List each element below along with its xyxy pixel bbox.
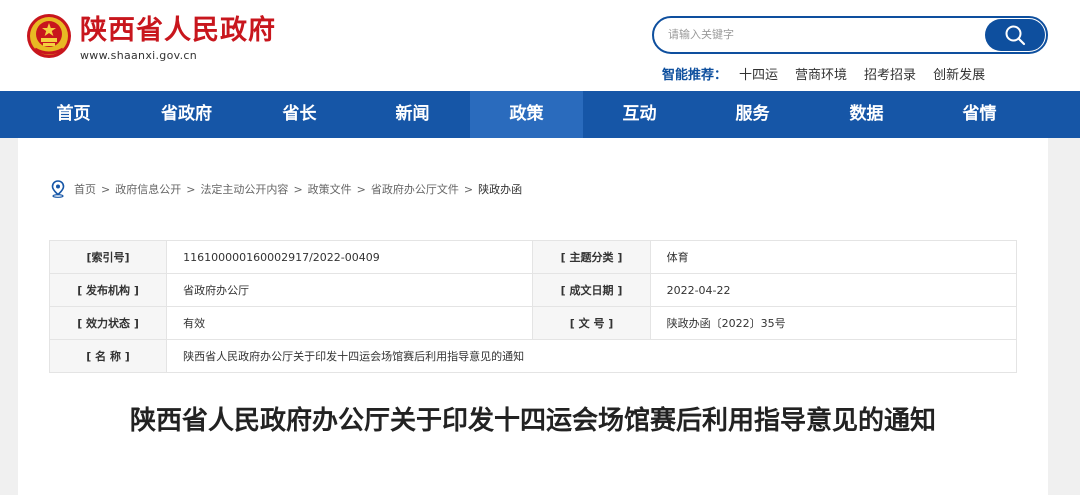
site-header: 陕西省人民政府 www.shaanxi.gov.cn 智能推荐： 十四运 营商环… <box>0 0 1080 91</box>
nav-item-government[interactable]: 省政府 <box>130 91 243 138</box>
info-row: [索引号] 116100000160002917/2022-00409 [ 主题… <box>48 240 1018 274</box>
status-label: [ 效力状态 ] <box>48 306 168 340</box>
nav-item-governor[interactable]: 省长 <box>243 91 356 138</box>
date-value: 2022-04-22 <box>649 273 1018 307</box>
breadcrumb-item[interactable]: 政策文件 <box>308 181 352 197</box>
publisher-label: [ 发布机构 ] <box>48 273 168 307</box>
nav-item-service[interactable]: 服务 <box>696 91 809 138</box>
search-button[interactable] <box>985 19 1045 51</box>
smart-recommend-label: 智能推荐： <box>662 68 728 83</box>
info-row: [ 名 称 ] 陕西省人民政府办公厅关于印发十四运会场馆赛后利用指导意见的通知 <box>48 339 1017 373</box>
breadcrumb-item[interactable]: 政府信息公开 <box>115 181 181 197</box>
name-label: [ 名 称 ] <box>48 339 168 373</box>
index-label: [索引号] <box>48 240 168 274</box>
recommend-link[interactable]: 十四运 <box>739 64 778 83</box>
document-info-table: [索引号] 116100000160002917/2022-00409 [ 主题… <box>48 240 1018 373</box>
recommend-link[interactable]: 创新发展 <box>933 64 985 83</box>
site-logo[interactable]: 陕西省人民政府 www.shaanxi.gov.cn <box>26 13 276 62</box>
nav-item-home[interactable]: 首页 <box>17 91 130 138</box>
national-emblem-icon <box>27 14 71 58</box>
smart-recommend: 智能推荐： 十四运 营商环境 招考招录 创新发展 <box>662 64 1002 83</box>
nav-item-news[interactable]: 新闻 <box>356 91 469 138</box>
site-title: 陕西省人民政府 <box>80 15 276 46</box>
main-content: 首页 > 政府信息公开 > 法定主动公开内容 > 政策文件 > 省政府办公厅文件… <box>18 138 1048 495</box>
info-row: [ 效力状态 ] 有效 [ 文 号 ] 陕政办函〔2022〕35号 <box>48 306 1018 340</box>
index-value: 116100000160002917/2022-00409 <box>166 240 534 274</box>
site-url: www.shaanxi.gov.cn <box>80 49 197 62</box>
breadcrumb-current[interactable]: 陕政办函 <box>478 181 522 197</box>
search-box <box>652 16 1048 54</box>
breadcrumb-separator: > <box>463 182 474 196</box>
publisher-value: 省政府办公厅 <box>166 273 534 307</box>
recommend-link[interactable]: 营商环境 <box>795 64 847 83</box>
topic-label: [ 主题分类 ] <box>532 240 651 274</box>
breadcrumb-item[interactable]: 省政府办公厅文件 <box>371 181 459 197</box>
location-pin-icon <box>51 180 65 198</box>
topic-value: 体育 <box>649 240 1018 274</box>
search-input[interactable] <box>668 26 968 44</box>
breadcrumb-separator: > <box>186 182 196 196</box>
info-row: [ 发布机构 ] 省政府办公厅 [ 成文日期 ] 2022-04-22 <box>48 273 1018 307</box>
date-label: [ 成文日期 ] <box>532 273 651 307</box>
nav-item-interaction[interactable]: 互动 <box>583 91 696 138</box>
breadcrumb: 首页 > 政府信息公开 > 法定主动公开内容 > 政策文件 > 省政府办公厅文件… <box>50 180 522 198</box>
nav-item-province[interactable]: 省情 <box>923 91 1036 138</box>
page-title: 陕西省人民政府办公厅关于印发十四运会场馆赛后利用指导意见的通知 <box>129 406 936 436</box>
status-value: 有效 <box>166 306 534 340</box>
breadcrumb-item[interactable]: 首页 <box>74 181 96 197</box>
nav-item-data[interactable]: 数据 <box>810 91 923 138</box>
docno-value: 陕政办函〔2022〕35号 <box>649 306 1018 340</box>
breadcrumb-separator: > <box>293 182 303 196</box>
breadcrumb-item[interactable]: 法定主动公开内容 <box>200 181 288 197</box>
main-nav: 首页 省政府 省长 新闻 政策 互动 服务 数据 省情 <box>0 91 1080 138</box>
breadcrumb-separator: > <box>101 182 111 196</box>
nav-item-policy[interactable]: 政策 <box>470 91 583 138</box>
docno-label: [ 文 号 ] <box>532 306 651 340</box>
search-icon <box>1005 25 1026 46</box>
name-value: 陕西省人民政府办公厅关于印发十四运会场馆赛后利用指导意见的通知 <box>166 339 1017 373</box>
recommend-link[interactable]: 招考招录 <box>864 64 916 83</box>
breadcrumb-separator: > <box>356 182 366 196</box>
